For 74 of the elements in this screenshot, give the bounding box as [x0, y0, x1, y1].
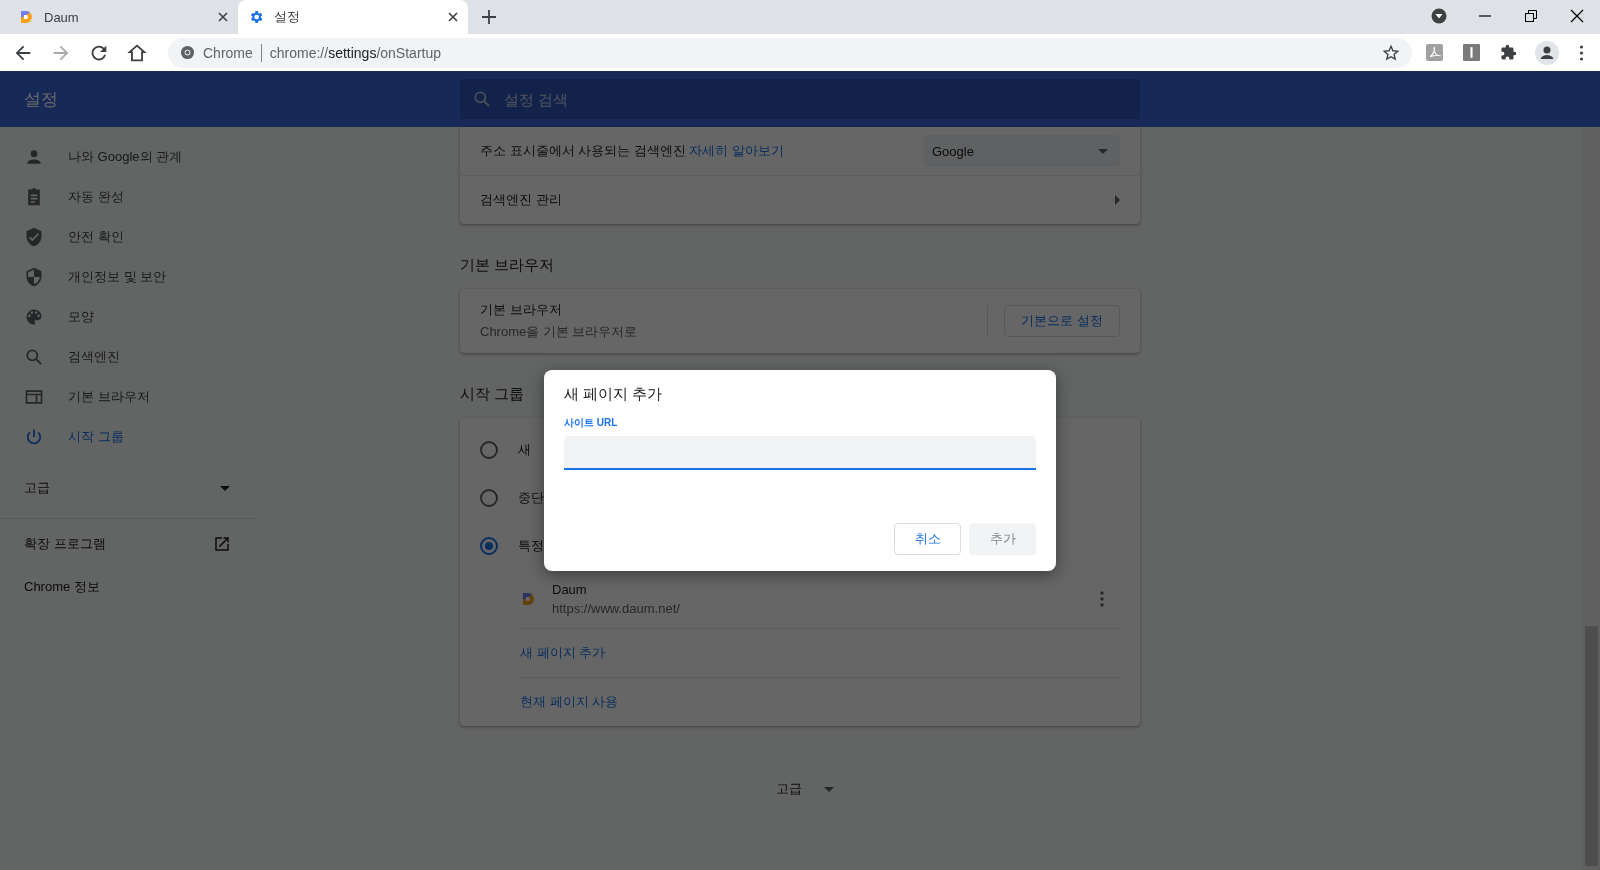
- chevron-right-icon: [1115, 195, 1120, 205]
- letter-d-logo-icon: [520, 591, 536, 607]
- address-bar[interactable]: Chrome chrome://settings/onStartup: [168, 37, 1412, 68]
- star-icon[interactable]: [1382, 43, 1400, 62]
- radio-button[interactable]: [480, 489, 498, 507]
- origin-label: Chrome: [203, 44, 253, 61]
- about-chrome-link[interactable]: Chrome 정보: [0, 566, 124, 608]
- caret-icon: [220, 485, 230, 491]
- extension-i-icon[interactable]: [1463, 44, 1480, 61]
- close-window-icon[interactable]: [1569, 8, 1585, 24]
- sidebar-item[interactable]: 검색엔진: [0, 337, 255, 377]
- sidebar-item[interactable]: 시작 그룹: [0, 417, 255, 457]
- scrollbar[interactable]: [1583, 127, 1600, 870]
- caret-icon: [1098, 148, 1108, 154]
- default-browser-title: 기본 브라우저: [480, 301, 562, 319]
- search-engine-dropdown[interactable]: Google: [924, 135, 1120, 167]
- radio-label: 새: [518, 441, 531, 459]
- dialog-button[interactable]: 취소: [894, 523, 961, 555]
- url-input-field[interactable]: [564, 436, 1036, 470]
- learn-more-link[interactable]: 자세히 알아보기: [689, 143, 785, 158]
- shield-check-icon: [24, 227, 44, 247]
- palette-icon: [24, 307, 44, 327]
- settings-title: 설정: [23, 88, 59, 111]
- profile-avatar-icon[interactable]: [1535, 40, 1559, 65]
- field-label: 사이트 URL: [564, 416, 618, 430]
- extensions-link[interactable]: 확장 프로그램: [0, 522, 255, 566]
- letter-d-logo-icon: [18, 9, 34, 25]
- power-icon: [24, 427, 44, 447]
- close-icon[interactable]: [218, 12, 228, 22]
- advanced-menu[interactable]: 고급: [0, 464, 255, 512]
- sidebar-item[interactable]: 안전 확인: [0, 217, 255, 257]
- section-title: 기본 브라우저: [460, 256, 555, 275]
- pdf-extension-icon[interactable]: [1426, 44, 1443, 61]
- sidebar-item[interactable]: 개인정보 및 보안: [0, 257, 255, 297]
- add-page-link[interactable]: 새 페이지 추가: [520, 644, 606, 662]
- browser-icon: [24, 387, 44, 407]
- shield-icon: [24, 267, 44, 287]
- caret-icon: [824, 786, 834, 792]
- gear-icon: [248, 9, 264, 25]
- search-icon: [472, 89, 492, 109]
- set-default-button[interactable]: 기본으로 설정: [1004, 305, 1120, 337]
- radio-button[interactable]: [480, 441, 498, 459]
- dialog-title: 새 페이지 추가: [564, 385, 663, 404]
- new-tab-icon[interactable]: [482, 10, 496, 24]
- radio-button[interactable]: [480, 537, 498, 555]
- person-icon: [24, 147, 44, 167]
- radio-label: 중단: [518, 489, 544, 507]
- manage-search-engines-row[interactable]: 검색엔진 관리: [460, 175, 1140, 224]
- close-icon[interactable]: [448, 12, 458, 22]
- advanced-toggle[interactable]: 고급: [766, 772, 834, 806]
- sidebar-item[interactable]: 기본 브라우저: [0, 377, 255, 417]
- sidebar-item[interactable]: 모양: [0, 297, 255, 337]
- menu-icon[interactable]: [1579, 44, 1584, 61]
- tab-title: 설정: [274, 8, 301, 26]
- section-title: 시작 그룹: [460, 385, 525, 404]
- url-text: chrome://settings/onStartup: [269, 44, 441, 61]
- tab-search-icon[interactable]: [1431, 8, 1447, 24]
- open-external-icon: [213, 535, 231, 553]
- default-browser-subtitle: Chrome을 기본 브라우저로: [480, 323, 638, 341]
- browser-tab[interactable]: Daum: [8, 0, 238, 34]
- search-engine-label: 주소 표시줄에서 사용되는 검색엔진 자세히 알아보기: [480, 142, 785, 160]
- browser-tab[interactable]: 설정: [238, 0, 468, 34]
- browser-logo-icon: [180, 45, 195, 60]
- sidebar-item[interactable]: 나와 Google의 관계: [0, 137, 255, 177]
- sidebar-item[interactable]: 자동 완성: [0, 177, 255, 217]
- radio-label: 특정: [518, 537, 544, 555]
- page-name: Daum: [552, 582, 587, 597]
- tab-title: Daum: [44, 9, 80, 25]
- more-icon[interactable]: [1100, 591, 1104, 607]
- search-icon: [24, 347, 44, 367]
- page-url: https://www.daum.net/: [552, 601, 680, 616]
- puzzle-icon[interactable]: [1500, 44, 1517, 61]
- restore-icon[interactable]: [1523, 8, 1539, 24]
- use-current-pages-link[interactable]: 현재 페이지 사용: [520, 693, 619, 711]
